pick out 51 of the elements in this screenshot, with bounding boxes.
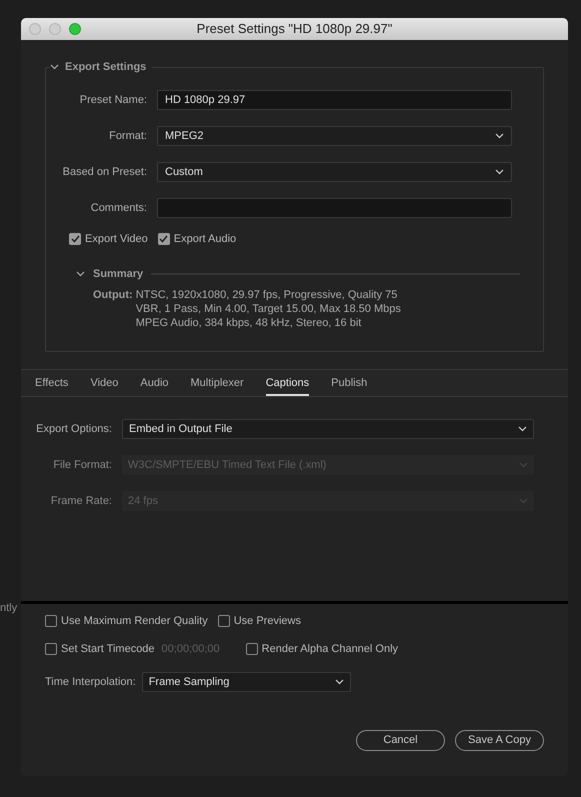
checkbox[interactable] xyxy=(45,615,57,627)
chevron-down-icon xyxy=(519,498,528,504)
checkbox[interactable] xyxy=(69,233,81,246)
dropdown[interactable]: Embed in Output File xyxy=(122,419,534,439)
field-label: Time Interpolation: xyxy=(45,674,136,690)
summary-text: NTSC, 1920x1080, 29.97 fps, Progressive, Quality 75 xyxy=(136,288,398,302)
checkbox-label: Set Start Timecode xyxy=(61,642,155,657)
field-label: Frame Rate: xyxy=(50,494,113,509)
summary-text: MPEG Audio, 384 kbps, 48 kHz, Stereo, 16 bit xyxy=(136,316,362,330)
dropdown[interactable]: Frame Sampling xyxy=(142,672,351,692)
tab[interactable]: Multiplexer xyxy=(190,370,244,396)
field-label: Preset Name: xyxy=(78,92,148,108)
chevron-down-icon xyxy=(518,426,527,432)
chevron-down-icon xyxy=(495,133,504,139)
tab[interactable]: Audio xyxy=(140,370,169,396)
checkbox-label: Render Alpha Channel Only xyxy=(262,642,398,657)
field-label: Format: xyxy=(108,128,148,144)
button[interactable]: Cancel xyxy=(356,730,445,751)
button[interactable]: Save A Copy xyxy=(455,730,544,751)
background-text: ntly xyxy=(0,601,18,616)
checkbox-label: Export Video xyxy=(85,232,148,247)
chevron-down-icon xyxy=(495,169,504,175)
summary-text: VBR, 1 Pass, Min 4.00, Target 15.00, Max 18.50 Mbps xyxy=(136,302,401,316)
checkbox[interactable] xyxy=(246,643,258,655)
timecode-text: 00;00;00;00 xyxy=(162,642,220,657)
tab[interactable]: Captions xyxy=(266,370,310,396)
input-field[interactable] xyxy=(157,198,512,218)
checkbox-label: Use Maximum Render Quality xyxy=(61,614,208,629)
dropdown[interactable]: Custom xyxy=(157,162,512,182)
input-field[interactable]: HD 1080p 29.97 xyxy=(157,90,512,110)
chevron-down-icon xyxy=(334,679,344,685)
chevron-icon[interactable] xyxy=(76,270,85,277)
tab[interactable]: Effects xyxy=(35,370,68,396)
field-label: Output: xyxy=(93,288,134,303)
tab[interactable]: Publish xyxy=(331,370,368,396)
field-label: File Format: xyxy=(52,458,113,473)
field-label: Export Options: xyxy=(35,422,113,437)
chevron-down-icon xyxy=(519,462,528,468)
section-title: Summary xyxy=(93,266,144,282)
checkbox-label: Use Previews xyxy=(234,614,301,629)
checkbox[interactable] xyxy=(158,233,170,246)
tab[interactable]: Video xyxy=(90,370,118,396)
field-label: Comments: xyxy=(90,200,148,216)
checkbox[interactable] xyxy=(218,615,230,627)
dropdown[interactable]: MPEG2 xyxy=(157,126,512,146)
checkbox-label: Export Audio xyxy=(174,232,236,247)
field-label: Based on Preset: xyxy=(62,164,148,180)
checkbox[interactable] xyxy=(45,643,57,655)
section-title: Export Settings xyxy=(65,60,146,75)
chevron-icon[interactable] xyxy=(50,64,59,70)
window-title: Preset Settings "HD 1080p 29.97" xyxy=(196,20,392,38)
